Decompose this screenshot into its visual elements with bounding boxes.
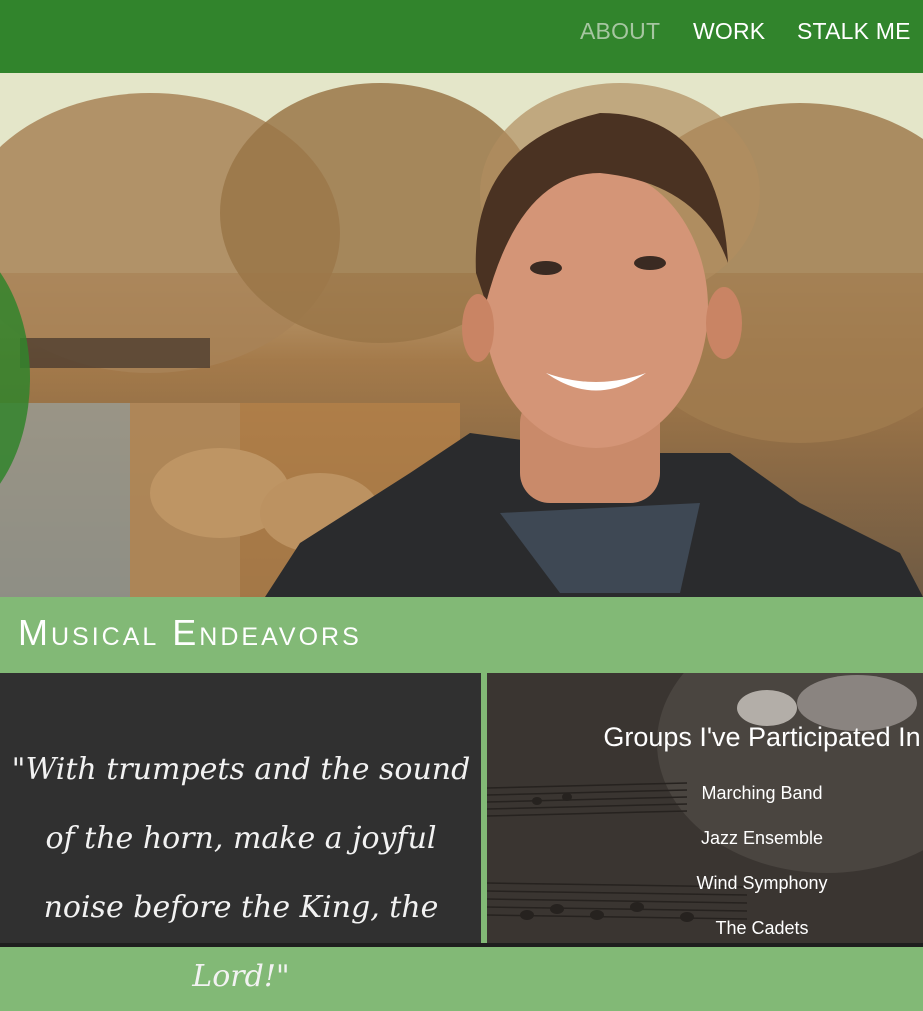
nav-link-about[interactable]: ABOUT (580, 18, 660, 45)
nav-link-stalk-me[interactable]: STALK ME (797, 18, 911, 45)
group-item-jazz-ensemble: Jazz Ensemble (700, 828, 824, 848)
hero-photo-illustration (0, 73, 923, 597)
nav-link-work[interactable]: WORK (693, 18, 765, 45)
groups-heading: Groups I've Participated In (603, 722, 921, 752)
sheet-music-background (487, 673, 923, 947)
hero-portrait-photo (0, 73, 923, 597)
bible-quote: "With trumpets and the sound of the horn… (11, 752, 471, 994)
bottom-edge-strip (0, 943, 923, 947)
groups-panel (487, 673, 923, 947)
top-navigation-bar: ABOUT WORK STALK ME (0, 0, 923, 73)
group-item-marching-band: Marching Band (701, 783, 823, 803)
group-item-the-cadets: The Cadets (715, 918, 809, 938)
section-title: Musical Endeavors (18, 612, 362, 653)
group-item-wind-symphony: Wind Symphony (696, 873, 828, 893)
